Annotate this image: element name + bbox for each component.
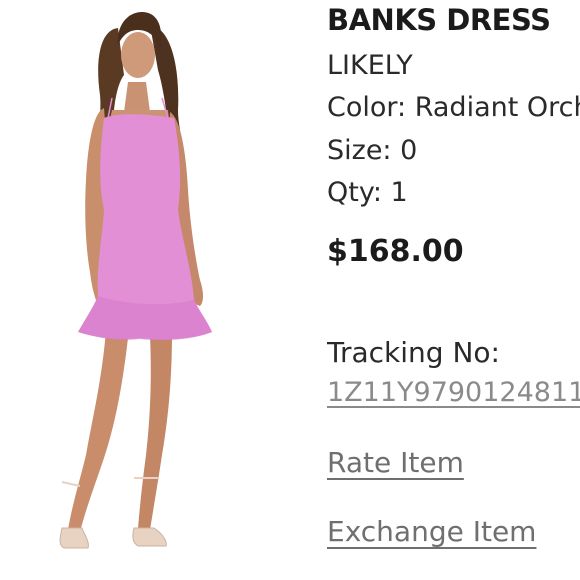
product-image <box>0 0 325 580</box>
product-brand: LIKELY <box>327 50 413 81</box>
qty-label: Qty: <box>327 177 382 208</box>
size-label: Size: <box>327 135 392 166</box>
order-item-screen: BANKS DRESS LIKELY Color: Radiant Orchid… <box>0 0 580 580</box>
tracking-label: Tracking No: <box>327 336 500 369</box>
product-price: $168.00 <box>327 234 464 269</box>
size-value: 0 <box>400 135 418 166</box>
dress-illustration <box>59 12 212 549</box>
tracking-number-link[interactable]: 1Z11Y9790124811066 <box>327 377 580 408</box>
color-row: Color: Radiant Orchid <box>327 92 580 123</box>
size-row: Size: 0 <box>327 135 417 166</box>
qty-row: Qty: 1 <box>327 177 408 208</box>
color-value: Radiant Orchid <box>414 92 580 123</box>
color-label: Color: <box>327 92 407 123</box>
rate-item-link[interactable]: Rate Item <box>327 446 464 479</box>
product-details: BANKS DRESS LIKELY Color: Radiant Orchid… <box>327 0 580 580</box>
product-title: BANKS DRESS <box>327 3 551 37</box>
exchange-item-link[interactable]: Exchange Item <box>327 515 536 548</box>
qty-value: 1 <box>390 177 408 208</box>
